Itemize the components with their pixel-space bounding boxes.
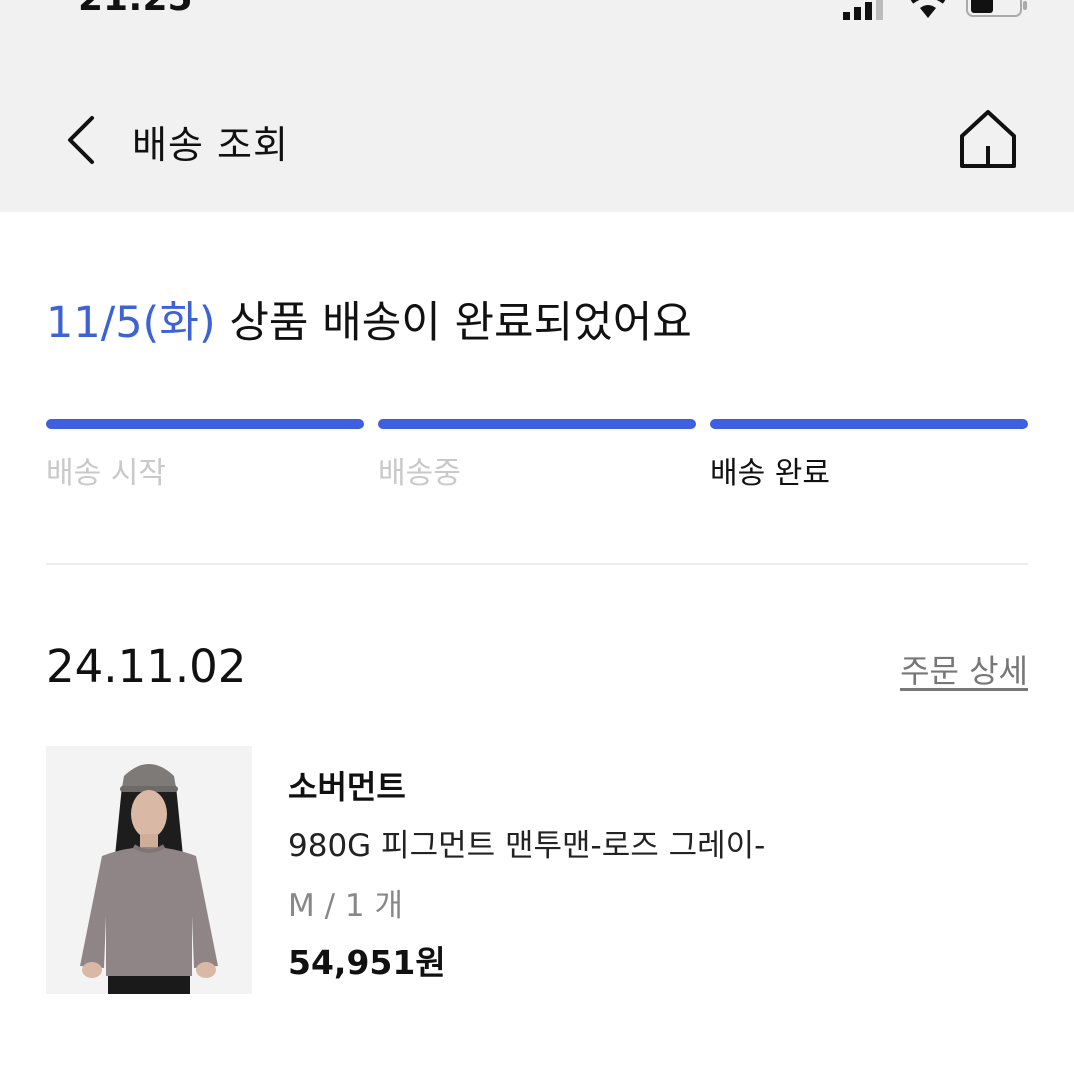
delivery-status-headline: 11/5(화) 상품 배송이 완료되었어요 bbox=[46, 288, 692, 350]
wifi-icon bbox=[910, 0, 946, 18]
status-time: 21:25 bbox=[78, 0, 193, 19]
battery-icon bbox=[966, 0, 1027, 17]
progress-step-2 bbox=[378, 419, 696, 429]
progress-step-1 bbox=[46, 419, 364, 429]
step-label-in-transit: 배송중 bbox=[378, 456, 461, 491]
app-header: 배송 조회 bbox=[0, 40, 1074, 212]
product-option: M / 1 개 bbox=[288, 888, 403, 924]
page-title: 배송 조회 bbox=[132, 123, 289, 167]
back-button[interactable] bbox=[62, 112, 102, 168]
order-date: 24.11.02 bbox=[46, 640, 247, 693]
home-icon bbox=[960, 110, 1016, 168]
product-photo-illustration bbox=[46, 746, 252, 994]
delivery-message: 상품 배송이 완료되었어요 bbox=[215, 298, 692, 348]
step-label-start: 배송 시작 bbox=[46, 456, 166, 491]
product-name[interactable]: 980G 피그먼트 맨투맨-로즈 그레이- bbox=[288, 820, 765, 865]
order-detail-link[interactable]: 주문 상세 bbox=[900, 646, 1028, 692]
progress-step-3 bbox=[710, 419, 1028, 429]
product-image[interactable] bbox=[46, 746, 252, 994]
product-brand: 소버먼트 bbox=[288, 768, 406, 806]
chevron-left-icon bbox=[68, 116, 94, 164]
step-label-complete: 배송 완료 bbox=[710, 456, 830, 491]
signal-icon bbox=[843, 0, 883, 20]
delivery-date: 11/5(화) bbox=[46, 298, 216, 348]
section-divider bbox=[46, 563, 1028, 565]
product-price: 54,951원 bbox=[288, 943, 446, 982]
home-button[interactable] bbox=[956, 106, 1020, 170]
status-bar: 21:25 bbox=[0, 0, 1074, 40]
